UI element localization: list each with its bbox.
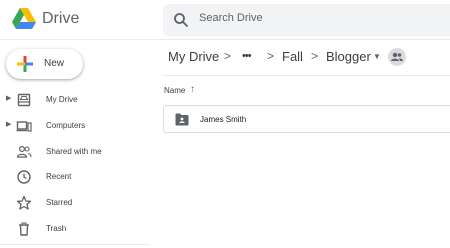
sidebar-item-trash[interactable]: Trash xyxy=(0,218,150,240)
people-icon xyxy=(16,145,32,158)
name-column-header[interactable]: Name xyxy=(164,86,185,95)
computer-icon xyxy=(16,121,32,132)
breadcrumb-more[interactable]: ••• xyxy=(242,50,252,62)
search-icon[interactable] xyxy=(173,12,189,28)
expand-arrow-icon[interactable]: ▶ xyxy=(6,120,11,128)
sidebar-item-label: Trash xyxy=(46,224,67,233)
header-divider xyxy=(163,75,450,76)
folder-card[interactable]: James Smith xyxy=(163,105,450,133)
sidebar-item-label: Shared with me xyxy=(46,147,102,156)
expand-arrow-icon[interactable]: ▶ xyxy=(6,94,11,102)
folder-name: James Smith xyxy=(200,115,247,124)
sidebar-item-computers[interactable]: ▶ Computers xyxy=(0,115,150,137)
sidebar-item-starred[interactable]: Starred xyxy=(0,192,150,214)
sidebar-item-label: Recent xyxy=(46,172,72,181)
sidebar-item-recent[interactable]: Recent xyxy=(0,166,150,188)
search-bar[interactable] xyxy=(163,4,450,36)
chevron-right-icon: > xyxy=(267,49,275,63)
chevron-right-icon: > xyxy=(311,49,319,63)
star-icon xyxy=(16,195,32,210)
clock-icon xyxy=(17,170,31,184)
shared-folder-icon xyxy=(175,113,189,126)
breadcrumb-blogger[interactable]: Blogger xyxy=(326,49,371,64)
breadcrumb-fall[interactable]: Fall xyxy=(282,49,303,64)
trash-icon xyxy=(19,222,29,236)
chevron-right-icon: > xyxy=(224,49,232,63)
sidebar-divider xyxy=(0,244,150,245)
sidebar-item-shared-with-me[interactable]: Shared with me xyxy=(0,141,150,163)
chevron-down-icon[interactable]: ▼ xyxy=(373,52,381,61)
top-bar: Drive xyxy=(0,0,450,40)
shared-folder-badge[interactable] xyxy=(388,48,406,66)
sidebar-item-my-drive[interactable]: ▶ My Drive xyxy=(0,89,150,111)
breadcrumb-my-drive[interactable]: My Drive xyxy=(168,49,219,64)
search-input[interactable] xyxy=(199,12,439,24)
app-name[interactable]: Drive xyxy=(42,10,79,28)
sidebar-item-label: My Drive xyxy=(46,95,78,104)
new-button-label: New xyxy=(44,58,65,69)
sidebar-item-label: Starred xyxy=(46,198,73,207)
sidebar-item-label: Computers xyxy=(46,121,86,130)
drive-logo-icon[interactable] xyxy=(12,8,36,30)
new-button[interactable]: New xyxy=(6,49,83,79)
drive-icon xyxy=(17,93,31,107)
plus-icon xyxy=(17,56,33,72)
people-icon xyxy=(391,52,403,61)
sort-arrow-icon[interactable]: ↑ xyxy=(190,84,195,95)
